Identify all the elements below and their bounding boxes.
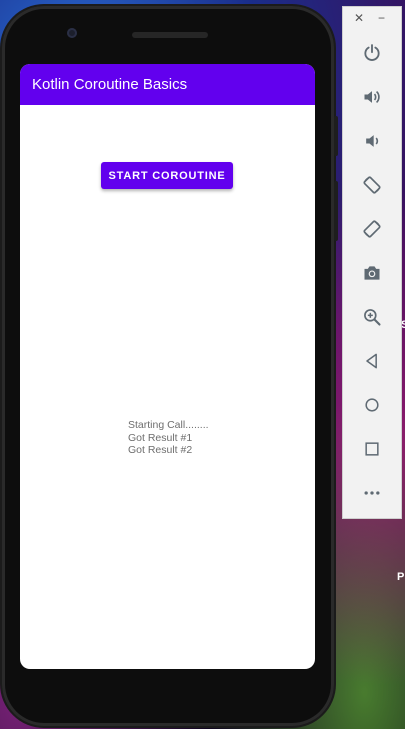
- power-button[interactable]: [358, 39, 386, 67]
- result-log: Starting Call........ Got Result #1 Got …: [128, 419, 209, 457]
- log-line: Starting Call........: [128, 419, 209, 431]
- back-icon: [366, 353, 377, 369]
- power-side-button: [334, 181, 338, 241]
- app-bar: Kotlin Coroutine Basics: [20, 64, 315, 105]
- home-button[interactable]: [358, 391, 386, 419]
- phone-frame: Kotlin Coroutine Basics START COROUTINE …: [2, 6, 338, 726]
- earpiece-speaker: [132, 32, 208, 38]
- more-button[interactable]: [358, 479, 386, 507]
- app-title: Kotlin Coroutine Basics: [32, 76, 188, 93]
- start-coroutine-button[interactable]: START COROUTINE: [101, 162, 233, 189]
- device-screen: Kotlin Coroutine Basics START COROUTINE …: [20, 64, 315, 669]
- desktop-edge-text: P: [397, 571, 405, 583]
- front-camera: [67, 28, 77, 38]
- rotate-left-button[interactable]: [358, 171, 386, 199]
- volume-side-button: [334, 116, 338, 156]
- volume-up-button[interactable]: [358, 83, 386, 111]
- back-button[interactable]: [358, 347, 386, 375]
- overview-icon: [365, 442, 379, 456]
- volume-down-button[interactable]: [358, 127, 386, 155]
- zoom-icon: [364, 309, 381, 326]
- volume-up-icon: [364, 90, 380, 104]
- home-icon: [365, 398, 379, 412]
- close-window-button[interactable]: ✕: [354, 11, 364, 25]
- log-line: Got Result #1: [128, 431, 193, 444]
- overview-button[interactable]: [358, 435, 386, 463]
- rotate-right-button[interactable]: [358, 215, 386, 243]
- camera-icon: [364, 266, 380, 280]
- more-icon: [364, 491, 380, 495]
- rotate-left-icon: [363, 176, 381, 194]
- screenshot-button[interactable]: [358, 259, 386, 287]
- rotate-right-icon: [363, 220, 381, 238]
- volume-down-icon: [366, 135, 379, 147]
- emulator-toolbar: ✕ −: [342, 6, 402, 519]
- log-line: Got Result #2: [128, 444, 193, 457]
- power-icon: [364, 44, 380, 61]
- zoom-button[interactable]: [358, 303, 386, 331]
- minimize-window-button[interactable]: −: [378, 11, 385, 25]
